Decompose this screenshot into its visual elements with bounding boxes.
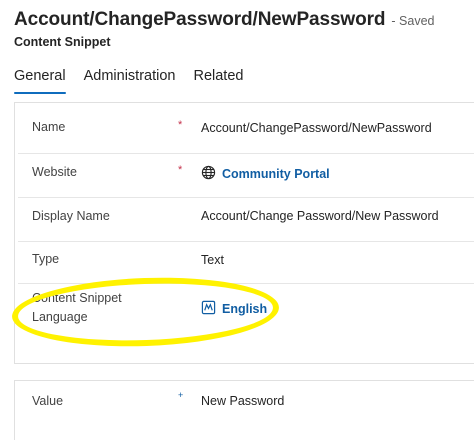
field-row-type: Type Text [18,242,474,284]
website-lookup-text: Community Portal [222,167,330,181]
website-lookup-link[interactable]: Community Portal [201,165,330,183]
header: Account/ChangePassword/NewPassword - Sav… [14,9,435,31]
field-label-name: Name [32,120,66,134]
field-row-display-name: Display Name Account/Change Password/New… [18,198,474,242]
record-title: Account/ChangePassword/NewPassword [14,9,386,30]
field-row-name: Name * Account/ChangePassword/NewPasswor… [18,108,474,154]
field-label-website: Website [32,165,77,179]
record-form: Account/ChangePassword/NewPassword - Sav… [0,0,474,440]
field-label-value: Value [32,394,64,408]
globe-icon [201,165,216,183]
field-label-language-line1: Content Snippet [32,291,122,305]
field-row-language: Content Snippet Language English [18,284,474,342]
required-marker: * [178,119,183,131]
field-value-value[interactable]: New Password [201,394,284,408]
tab-administration[interactable]: Administration [84,68,176,90]
language-lookup-link[interactable]: English [201,300,267,318]
field-value-display-name[interactable]: Account/Change Password/New Password [201,209,439,223]
language-lookup-text: English [222,302,268,316]
field-label-language-line2: Language [32,310,88,324]
save-status: - Saved [391,14,435,28]
field-label-type: Type [32,252,60,266]
entity-type-label: Content Snippet [14,35,111,49]
language-record-icon [201,300,216,318]
field-label-display-name: Display Name [32,209,110,223]
recommended-marker: + [178,390,184,400]
field-label-language: Content Snippet Language [32,289,122,327]
tab-related[interactable]: Related [193,68,243,90]
tab-list: General Administration Related [14,68,261,94]
field-row-website: Website * Community Portal [18,154,474,198]
field-value-type[interactable]: Text [201,253,224,267]
field-row-value: Value + New Password [18,386,474,426]
field-value-name[interactable]: Account/ChangePassword/NewPassword [201,121,432,135]
tab-general[interactable]: General [14,68,66,94]
required-marker: * [178,164,183,176]
